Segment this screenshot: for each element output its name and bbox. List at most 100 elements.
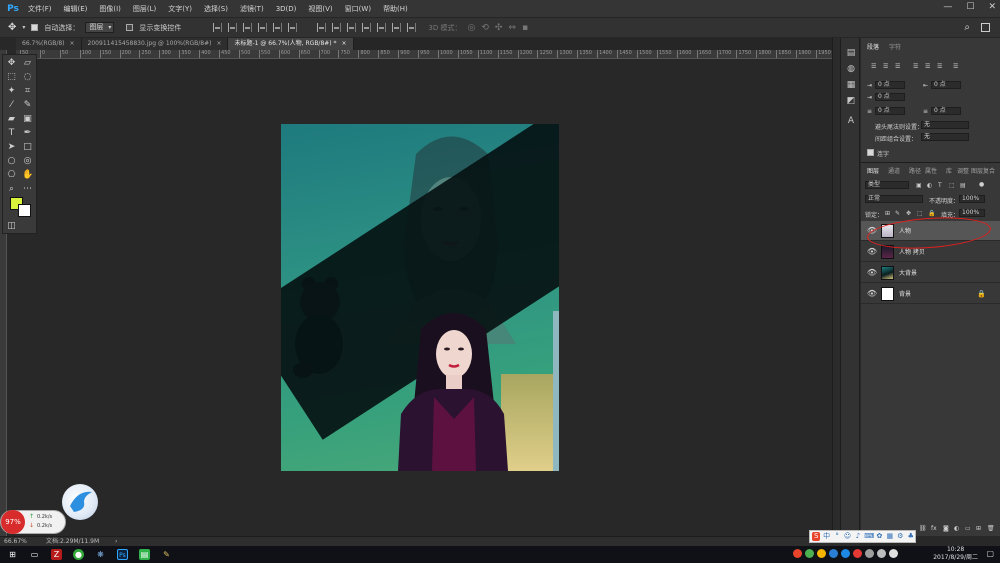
keyboard-icon[interactable]: ⌨ (864, 532, 874, 541)
horizontal-ruler[interactable]: 50 0 50 100 150 200 250 300 350 400 450 500 550 600 65… (16, 50, 832, 59)
tab-close-icon[interactable]: × (70, 38, 75, 50)
tab-document-2[interactable]: 20091141545883​0.jpg @ 100%(RGB/8#) × (81, 38, 229, 50)
menu-filter[interactable]: 滤镜(T) (234, 4, 270, 14)
align-top-icon[interactable] (213, 23, 223, 32)
first-line-indent-field[interactable]: 0 点 (875, 93, 905, 101)
lock-transparent-icon[interactable]: ⊞ (885, 210, 890, 217)
lasso-tool-icon[interactable]: ◌ (22, 72, 33, 83)
canvas-scrollbar[interactable] (832, 38, 840, 536)
new-adjustment-icon[interactable]: ◐ (954, 525, 959, 532)
tray-app-icon[interactable] (853, 549, 862, 558)
menu-type[interactable]: 文字(Y) (162, 4, 198, 14)
lock-artboard-icon[interactable]: ⬚ (917, 210, 923, 217)
app-green-icon[interactable]: ● (73, 549, 84, 560)
adjustments-icon[interactable]: ◩ (846, 96, 856, 106)
settings-icon[interactable]: ⚙ (896, 532, 904, 541)
tab-properties[interactable]: 属性 (925, 166, 937, 175)
auto-select-checkbox[interactable] (31, 24, 39, 31)
visibility-eye-icon[interactable]: 👁 (865, 268, 879, 277)
tray-qq-icon[interactable] (841, 549, 850, 558)
new-layer-icon[interactable]: ⊞ (976, 525, 981, 532)
opacity-field[interactable]: 100% (959, 195, 985, 203)
distribute-bottom-icon[interactable] (347, 23, 357, 32)
filter-shape-icon[interactable]: ⬚ (949, 182, 955, 189)
filezilla-icon[interactable]: Z (51, 549, 62, 560)
fill-field[interactable]: 100% (959, 209, 985, 217)
task-view-icon[interactable]: ▭ (29, 549, 40, 560)
tray-network-icon[interactable] (865, 549, 874, 558)
visibility-eye-icon[interactable]: 👁 (865, 247, 879, 256)
auto-align-icon[interactable] (407, 23, 417, 32)
document-size[interactable]: 文档:2.29M/11.9M (46, 537, 99, 546)
align-left-icon[interactable]: ☰ (871, 63, 876, 70)
menu-file[interactable]: 文件(F) (22, 4, 58, 14)
hand-tool-icon[interactable]: ✋ (22, 170, 33, 181)
distribute-left-icon[interactable] (362, 23, 372, 32)
filter-pixel-icon[interactable]: ▣ (916, 182, 922, 189)
tray-security-icon[interactable] (829, 549, 838, 558)
cpu-usage-badge[interactable]: 97% (1, 510, 25, 534)
app-paint-icon[interactable]: ✎ (161, 549, 172, 560)
skin-icon[interactable]: ✿ (875, 532, 883, 541)
floating-bird-icon[interactable] (62, 484, 98, 520)
align-left-icon[interactable] (258, 23, 268, 32)
lock-all-icon[interactable]: 🔒 (928, 210, 935, 217)
justify-all-icon[interactable]: ☰ (953, 63, 958, 70)
filter-smart-icon[interactable]: ▤ (960, 182, 966, 189)
color-panel-icon[interactable]: ◍ (846, 64, 856, 74)
marquee-tool-icon[interactable]: ⬚ (6, 72, 17, 83)
3d-drag-icon[interactable]: ✣ (495, 23, 503, 33)
delete-layer-icon[interactable]: 🗑 (987, 525, 995, 532)
layer-filter-dropdown[interactable]: 类型 (865, 181, 909, 189)
indent-left-field[interactable]: 0 点 (875, 81, 905, 89)
emoji-icon[interactable]: ☺ (843, 532, 851, 541)
layer-row[interactable]: 👁 大背景 (861, 263, 1000, 283)
pen-tool-icon[interactable]: ✒ (22, 128, 33, 139)
filter-toggle-icon[interactable]: ● (979, 181, 984, 188)
menu-image[interactable]: 图像(I) (93, 4, 127, 14)
brush-tool-icon[interactable]: ✎ (22, 100, 33, 111)
photoshop-task-icon[interactable]: Ps (117, 549, 128, 560)
tab-document-1[interactable]: 66.7%(RGB/8) × (16, 38, 82, 50)
tab-character[interactable]: 字符 (889, 42, 901, 51)
3d-scale-icon[interactable]: ▪ (522, 23, 528, 33)
workspace-icon[interactable] (981, 23, 990, 32)
align-center-icon[interactable]: ☰ (883, 63, 888, 70)
distribute-vcenter-icon[interactable] (332, 23, 342, 32)
maximize-button[interactable]: ☐ (966, 2, 974, 12)
stamp-tool-icon[interactable]: ⎔ (6, 170, 17, 181)
crop-tool-icon[interactable]: ⌗ (22, 86, 33, 97)
path-selection-icon[interactable]: ➤ (6, 142, 17, 153)
move-tool-icon[interactable]: ✥ (6, 58, 17, 69)
notification-icon[interactable]: ▢ (986, 549, 994, 558)
zoom-tool-icon[interactable]: ⌕ (6, 184, 17, 195)
menu-3d[interactable]: 3D(D) (270, 5, 303, 13)
tray-ime-icon[interactable] (889, 549, 898, 558)
distribute-hcenter-icon[interactable] (377, 23, 387, 32)
layer-name[interactable]: 背景 (899, 289, 911, 298)
show-transform-checkbox[interactable] (126, 24, 134, 31)
history-icon[interactable]: ▤ (846, 48, 856, 58)
3d-roll-icon[interactable]: ⟲ (481, 23, 489, 33)
align-hcenter-icon[interactable] (273, 23, 283, 32)
tool-preset-dropdown[interactable]: ▾ (22, 24, 25, 31)
sogou-logo[interactable]: S (812, 532, 821, 541)
tab-paths[interactable]: 路径 (909, 166, 921, 175)
move-tool-icon[interactable]: ✥ (8, 22, 16, 33)
eyedropper-icon[interactable]: ⁄ (6, 100, 17, 111)
ime-language[interactable]: 中 (822, 532, 830, 541)
3d-orbit-icon[interactable]: ◎ (467, 23, 475, 33)
align-bottom-icon[interactable] (243, 23, 253, 32)
justify-center-icon[interactable]: ☰ (925, 63, 930, 70)
align-right-icon[interactable]: ☰ (895, 63, 900, 70)
justify-right-icon[interactable]: ☰ (937, 63, 942, 70)
3d-slide-icon[interactable]: ⇔ (508, 23, 516, 33)
tray-360-icon[interactable] (805, 549, 814, 558)
menu-view[interactable]: 视图(V) (302, 4, 338, 14)
tray-volume-icon[interactable] (877, 549, 886, 558)
shirt-icon[interactable]: ♣ (907, 532, 915, 541)
align-right-icon[interactable] (288, 23, 298, 32)
tab-layers[interactable]: 图层 (867, 166, 879, 175)
space-before-field[interactable]: 0 点 (875, 107, 905, 115)
layer-row[interactable]: 👁 背景 🔒 (861, 284, 1000, 304)
